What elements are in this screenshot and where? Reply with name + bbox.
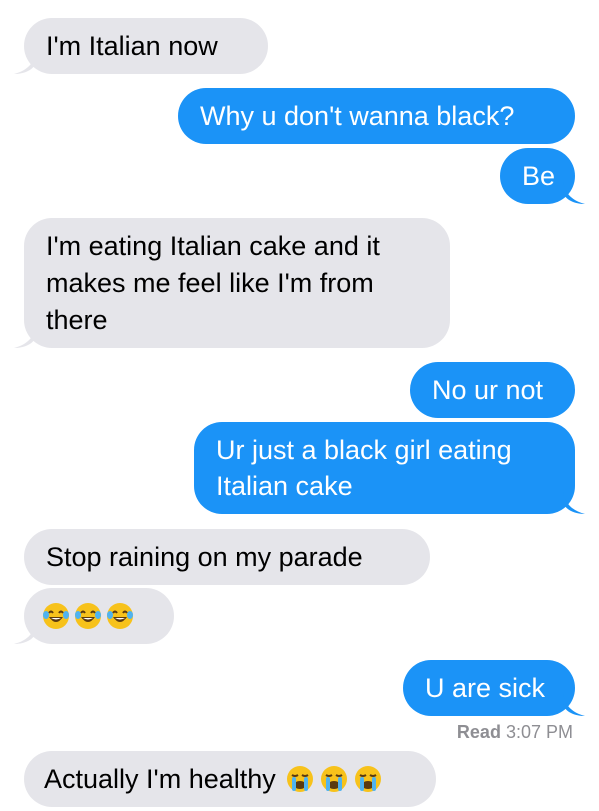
bubble-tail: [14, 52, 36, 74]
message-bubble-received[interactable]: Actually I'm healthy: [24, 751, 436, 807]
bubble-tail: [14, 622, 36, 644]
laughing-tears-emoji: [107, 603, 133, 629]
message-bubble-sent[interactable]: U are sick: [403, 660, 575, 716]
crying-emoji: [286, 766, 313, 792]
emoji-row: [42, 598, 156, 634]
message-bubble-sent[interactable]: No ur not: [410, 362, 575, 418]
message-bubble-sent[interactable]: Ur just a black girl eating Italian cake: [194, 422, 575, 514]
message-text: Stop raining on my parade: [46, 542, 363, 572]
message-bubble-received[interactable]: I'm Italian now: [24, 18, 268, 74]
read-label: Read: [456, 722, 501, 742]
message-thread: I'm Italian now Why u don't wanna black?…: [0, 0, 599, 811]
message-bubble-received[interactable]: Stop raining on my parade: [24, 529, 430, 585]
bubble-tail: [563, 182, 585, 204]
message-bubble-sent[interactable]: Why u don't wanna black?: [178, 88, 575, 144]
bubble-tail: [563, 694, 585, 716]
crying-emoji: [354, 766, 381, 792]
message-text: Why u don't wanna black?: [200, 101, 515, 131]
message-text: I'm Italian now: [46, 31, 218, 61]
message-text: I'm eating Italian cake and it makes me …: [46, 231, 380, 335]
message-content-row: Actually I'm healthy: [44, 761, 416, 797]
laughing-tears-emoji: [43, 603, 69, 629]
read-time: 3:07 PM: [505, 722, 573, 742]
read-receipt: Read 3:07 PM: [457, 722, 573, 743]
message-text: Be: [522, 161, 556, 191]
message-text: No ur not: [432, 375, 544, 405]
bubble-tail: [563, 492, 585, 514]
message-text: U are sick: [425, 673, 546, 703]
message-text: Actually I'm healthy: [44, 764, 276, 794]
message-bubble-received[interactable]: I'm eating Italian cake and it makes me …: [24, 218, 450, 348]
message-text: Ur just a black girl eating Italian cake: [216, 435, 512, 501]
crying-emoji: [320, 766, 347, 792]
laughing-tears-emoji: [75, 603, 101, 629]
bubble-tail: [14, 326, 36, 348]
message-bubble-received[interactable]: [24, 588, 174, 644]
